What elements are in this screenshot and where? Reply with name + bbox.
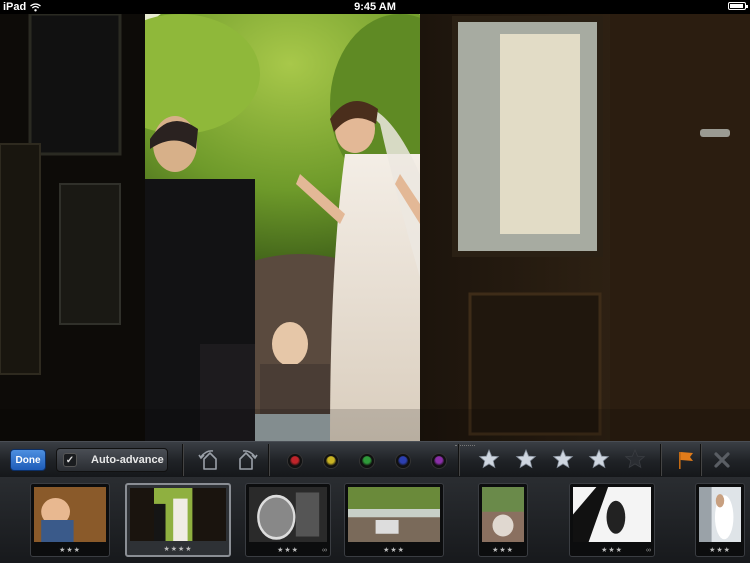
done-button[interactable]: Done bbox=[10, 449, 46, 471]
rating-star-icon[interactable] bbox=[478, 448, 500, 470]
thumbnail-image bbox=[348, 487, 440, 542]
thumbnail-rating: ★★★ bbox=[492, 547, 514, 554]
link-icon: ∞ bbox=[322, 547, 327, 554]
checkmark-icon: ✓ bbox=[63, 453, 77, 467]
rating-star-icon[interactable] bbox=[588, 448, 610, 470]
thumbnail-image bbox=[699, 487, 741, 542]
reject-icon[interactable] bbox=[712, 450, 732, 470]
filmstrip-thumbnail[interactable]: ★★★ ∞ bbox=[245, 483, 331, 557]
status-bar: iPad 9:45 AM bbox=[0, 0, 750, 14]
filmstrip-thumbnail[interactable]: ★★★★ bbox=[125, 483, 231, 557]
filmstrip-thumbnail[interactable]: ★★★ bbox=[30, 483, 110, 557]
thumbnail-rating: ★★★ bbox=[59, 547, 81, 554]
color-label-yellow[interactable] bbox=[324, 454, 338, 468]
filmstrip-thumbnail[interactable]: ★★★ ∞ bbox=[569, 483, 655, 557]
filmstrip-thumbnail[interactable]: ★★★ bbox=[344, 483, 444, 557]
toolbar-divider bbox=[660, 444, 662, 476]
status-time: 9:45 AM bbox=[354, 1, 396, 13]
color-label-green[interactable] bbox=[360, 454, 374, 468]
toolbar-divider bbox=[182, 444, 184, 476]
color-label-red[interactable] bbox=[288, 454, 302, 468]
thumbnail-rating: ★★★ bbox=[383, 547, 405, 554]
filmstrip-thumbnail[interactable]: ★★★ bbox=[695, 483, 745, 557]
thumbnail-rating: ★★★ bbox=[277, 547, 299, 554]
filmstrip-thumbnail[interactable]: ★★★ bbox=[478, 483, 528, 557]
thumbnail-image bbox=[130, 488, 226, 541]
toolbar: Done ✓ Auto-advance bbox=[0, 441, 750, 477]
photo-viewer[interactable] bbox=[0, 14, 750, 441]
toolbar-divider bbox=[458, 444, 460, 476]
thumbnail-rating: ★★★ bbox=[601, 547, 623, 554]
color-label-blue[interactable] bbox=[396, 454, 410, 468]
link-icon: ∞ bbox=[646, 547, 651, 554]
toolbar-divider bbox=[700, 444, 702, 476]
thumbnail-rating: ★★★ bbox=[709, 547, 731, 554]
auto-advance-label: Auto-advance bbox=[91, 454, 164, 466]
thumbnail-image bbox=[573, 487, 651, 542]
rating-star-icon[interactable] bbox=[552, 448, 574, 470]
thumbnail-image bbox=[34, 487, 106, 542]
rating-star-icon[interactable] bbox=[624, 448, 646, 470]
flag-icon[interactable] bbox=[676, 450, 696, 470]
thumbnail-image bbox=[482, 487, 524, 542]
toolbar-divider bbox=[268, 444, 270, 476]
rotate-left-icon[interactable] bbox=[198, 449, 224, 473]
color-label-purple[interactable] bbox=[432, 454, 446, 468]
thumbnail-rating: ★★★★ bbox=[163, 546, 193, 553]
main-photo bbox=[0, 14, 750, 441]
rotate-right-icon[interactable] bbox=[232, 449, 258, 473]
rating-star-icon[interactable] bbox=[515, 448, 537, 470]
auto-advance-toggle[interactable]: ✓ Auto-advance bbox=[56, 448, 168, 472]
filmstrip: ★★★ ★★★★ ★★★ ∞ ★★★ ★★★ ★★★ ∞ ★★★ bbox=[0, 477, 750, 563]
thumbnail-image bbox=[249, 487, 327, 542]
battery-icon bbox=[728, 2, 748, 10]
